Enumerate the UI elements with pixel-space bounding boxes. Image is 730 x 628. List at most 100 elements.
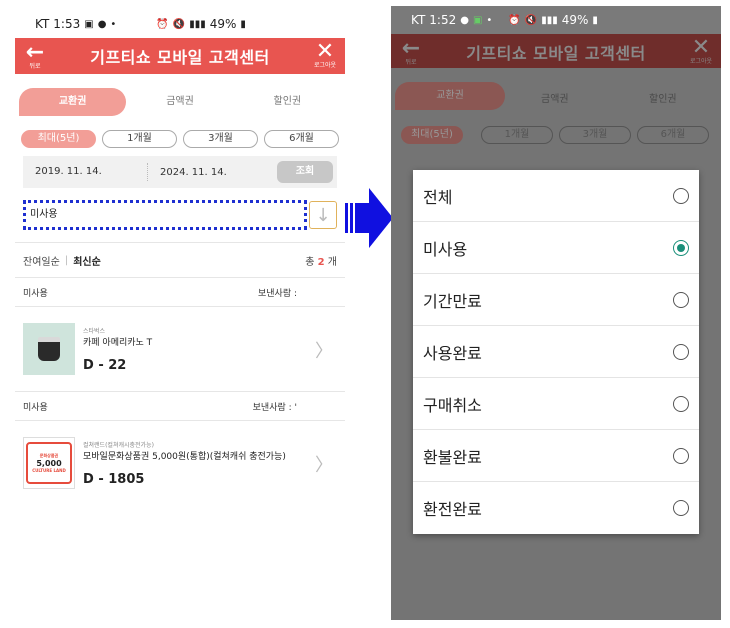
coffee-thumbnail bbox=[23, 323, 75, 375]
item-header: 미사용 보낸사람 : ' bbox=[15, 391, 345, 421]
chat-icon: ● bbox=[97, 18, 107, 30]
radio-button[interactable] bbox=[673, 187, 689, 204]
right-screen: KT 1:52 ● ▣ • ⏰ 🔇 ▮▮▮ 49% ▮ ← 뒤로 기프티쇼 모바… bbox=[391, 6, 721, 620]
clock-label: 1:53 bbox=[53, 17, 81, 31]
item-status: 미사용 bbox=[23, 288, 48, 299]
sort-separator: | bbox=[64, 254, 69, 266]
battery-level: 49% bbox=[561, 13, 589, 27]
option-cancelled[interactable]: 구매취소 bbox=[413, 378, 699, 430]
item-brand: 스타벅스 bbox=[83, 327, 106, 335]
logout-button[interactable]: ✕ 로그아웃 bbox=[305, 41, 345, 70]
card-bottom-text: CULTURE LAND bbox=[32, 468, 66, 473]
status-select[interactable]: 미사용 bbox=[23, 200, 307, 230]
chevron-right-icon: 〉 bbox=[315, 455, 333, 476]
tab-exchange[interactable]: 교환권 bbox=[19, 88, 127, 116]
radio-button[interactable] bbox=[673, 500, 689, 516]
option-expired[interactable]: 기간만료 bbox=[413, 274, 699, 326]
battery-level: 49% bbox=[209, 17, 237, 31]
item-name: 카페 아메리카노 T bbox=[83, 337, 153, 348]
total-prefix: 총 bbox=[305, 256, 315, 268]
logout-label: 로그아웃 bbox=[689, 58, 713, 65]
item-brand: 컬쳐랜드(컬쳐캐시충전가능) bbox=[83, 441, 154, 449]
dot-icon: • bbox=[110, 18, 117, 30]
tab-discount-dimmed: 할인권 bbox=[649, 94, 677, 105]
status-bar: KT 1:52 ● ▣ • ⏰ 🔇 ▮▮▮ 49% ▮ bbox=[391, 6, 721, 34]
item-status: 미사용 bbox=[23, 402, 48, 413]
radio-button[interactable] bbox=[673, 395, 689, 412]
transition-arrow-icon bbox=[345, 188, 393, 248]
period-max[interactable]: 최대(5년) bbox=[21, 130, 96, 148]
page-title: 기프티쇼 모바일 고객센터 bbox=[466, 44, 646, 63]
sort-latest[interactable]: 최신순 bbox=[73, 253, 101, 268]
period-max-dimmed: 최대(5년) bbox=[401, 126, 463, 144]
item-name: 모바일문화상품권 5,000원(통합)(컬쳐캐쉬 충전가능) bbox=[83, 451, 286, 462]
item-header: 미사용 보낸사람 : bbox=[15, 277, 345, 307]
tab-exchange-dimmed: 교환권 bbox=[395, 82, 505, 110]
page-title: 기프티쇼 모바일 고객센터 bbox=[90, 48, 270, 67]
battery-icon: ▮ bbox=[592, 14, 598, 26]
battery-icon: ▮ bbox=[240, 18, 246, 30]
alarm-icon: ⏰ bbox=[156, 18, 169, 30]
period-filter: 최대(5년) 1개월 3개월 6개월 bbox=[15, 130, 345, 148]
option-all[interactable]: 전체 bbox=[413, 170, 699, 222]
option-label: 사용완료 bbox=[423, 343, 482, 363]
date-range: 2019. 11. 14. 2024. 11. 14. 조회 bbox=[23, 156, 337, 188]
back-arrow-icon: ← bbox=[25, 40, 45, 65]
total-count: 총 2 개 bbox=[305, 253, 337, 268]
radio-button[interactable] bbox=[673, 291, 689, 308]
date-to[interactable]: 2024. 11. 14. bbox=[148, 167, 277, 178]
period-6m[interactable]: 6개월 bbox=[264, 130, 339, 148]
app-header-dimmed: ← 뒤로 기프티쇼 모바일 고객센터 ✕ 로그아웃 bbox=[391, 34, 721, 70]
date-from[interactable]: 2019. 11. 14. bbox=[23, 163, 148, 181]
status-filter: 미사용 ↓ bbox=[23, 200, 337, 230]
back-label: 뒤로 bbox=[29, 63, 41, 70]
radio-button[interactable] bbox=[673, 447, 689, 464]
option-unused[interactable]: 미사용 bbox=[413, 222, 699, 274]
app-icon: ▣ bbox=[472, 14, 483, 26]
item-dday: D - 22 bbox=[83, 357, 127, 373]
option-exchanged[interactable]: 환전완료 bbox=[413, 482, 699, 534]
option-used[interactable]: 사용완료 bbox=[413, 326, 699, 378]
period-1m[interactable]: 1개월 bbox=[102, 130, 177, 148]
option-label: 환불완료 bbox=[423, 447, 482, 467]
gift-card-icon: 문화상품권 5,000 CULTURE LAND bbox=[26, 442, 72, 484]
dropdown-arrow-icon[interactable]: ↓ bbox=[309, 201, 337, 229]
clock-label: 1:52 bbox=[429, 13, 457, 27]
mute-icon: 🔇 bbox=[524, 14, 538, 26]
voucher-tabs: 교환권 금액권 할인권 bbox=[15, 84, 345, 120]
query-button[interactable]: 조회 bbox=[277, 161, 333, 183]
carrier-label: KT bbox=[411, 13, 426, 27]
back-label: 뒤로 bbox=[405, 59, 417, 66]
status-bar: KT 1:53 ▣ ● • ⏰ 🔇 ▮▮▮ 49% ▮ bbox=[15, 10, 345, 38]
card-value: 5,000 bbox=[36, 459, 62, 468]
radio-button[interactable] bbox=[673, 343, 689, 360]
sort-remaining[interactable]: 잔여일순 bbox=[23, 253, 60, 268]
voucher-item[interactable]: 스타벅스 카페 아메리카노 T D - 22 〉 bbox=[15, 307, 345, 391]
tab-discount[interactable]: 할인권 bbox=[234, 88, 341, 116]
left-screen: KT 1:53 ▣ ● • ⏰ 🔇 ▮▮▮ 49% ▮ ← 뒤로 기프티쇼 모바… bbox=[15, 10, 345, 620]
period-3m[interactable]: 3개월 bbox=[183, 130, 258, 148]
back-button[interactable]: ← 뒤로 bbox=[15, 41, 55, 71]
close-icon: ✕ bbox=[691, 35, 711, 60]
tab-amount[interactable]: 금액권 bbox=[126, 88, 233, 116]
period-3m-dimmed: 3개월 bbox=[559, 126, 631, 144]
option-label: 구매취소 bbox=[423, 395, 482, 415]
chat-icon: ● bbox=[460, 14, 469, 26]
total-suffix: 개 bbox=[327, 256, 337, 268]
gallery-icon: ▣ bbox=[84, 18, 94, 30]
gift-card-thumbnail: 문화상품권 5,000 CULTURE LAND bbox=[23, 437, 75, 489]
status-select-dialog: 전체 미사용 기간만료 사용완료 구매취소 환불완료 환전완료 bbox=[413, 170, 699, 534]
voucher-item[interactable]: 문화상품권 5,000 CULTURE LAND 컬쳐랜드(컬쳐캐시충전가능) … bbox=[15, 421, 345, 505]
option-label: 미사용 bbox=[423, 239, 468, 259]
tab-amount-dimmed: 금액권 bbox=[541, 94, 569, 105]
sender-label: 보낸사람 : ' bbox=[252, 402, 297, 413]
signal-icon: ▮▮▮ bbox=[189, 18, 206, 30]
signal-icon: ▮▮▮ bbox=[541, 14, 558, 26]
radio-button-selected[interactable] bbox=[673, 239, 689, 256]
carrier-label: KT bbox=[35, 17, 50, 31]
period-1m-dimmed: 1개월 bbox=[481, 126, 553, 144]
alarm-icon: ⏰ bbox=[508, 14, 521, 26]
item-dday: D - 1805 bbox=[83, 471, 145, 487]
back-button: ← 뒤로 bbox=[391, 37, 431, 67]
option-refunded[interactable]: 환불완료 bbox=[413, 430, 699, 482]
